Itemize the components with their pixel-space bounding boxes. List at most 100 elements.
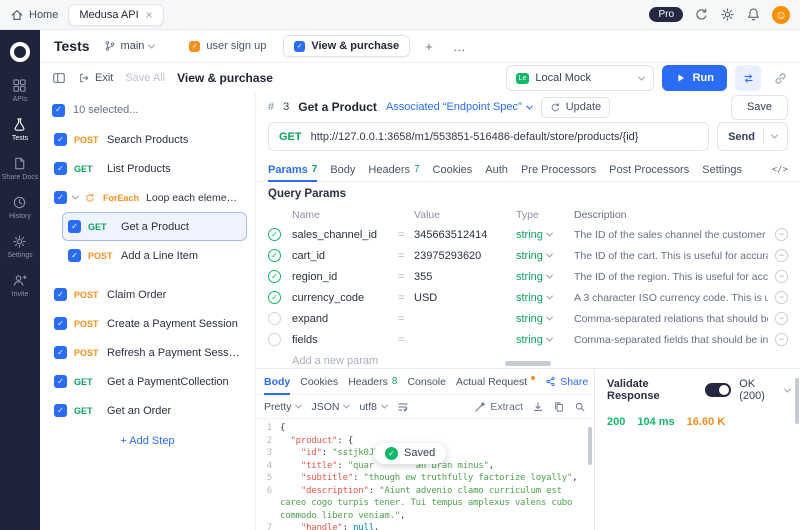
test-step-get-a-paymentcollection[interactable]: ✓GETGet a PaymentCollection [48, 367, 247, 396]
scenario-tab-user-sign-up[interactable]: ✓user sign up [178, 35, 277, 57]
rail-item-settings[interactable]: Settings [2, 234, 39, 259]
step-checkbox[interactable]: ✓ [54, 375, 67, 388]
request-tab-auth[interactable]: Auth [485, 158, 508, 181]
param-enabled-icon[interactable]: ✓ [268, 333, 281, 346]
add-tab-button[interactable]: + [420, 39, 438, 54]
step-checkbox[interactable]: ✓ [68, 220, 81, 233]
branch-selector[interactable]: main [104, 40, 155, 52]
step-checkbox[interactable]: ✓ [54, 191, 67, 204]
window-scrollbar[interactable] [795, 378, 799, 424]
param-description[interactable]: Comma-separated relations that should be… [574, 313, 768, 325]
request-tab-pre-processors[interactable]: Pre Processors [521, 158, 596, 181]
param-name[interactable]: sales_channel_id [292, 229, 398, 241]
request-tab-params[interactable]: Params7 [268, 158, 317, 181]
request-tab-cookies[interactable]: Cookies [433, 158, 473, 181]
close-icon[interactable]: × [146, 9, 153, 21]
param-name[interactable]: currency_code [292, 292, 398, 304]
param-description[interactable]: Comma-separated fields that should be in… [574, 334, 768, 346]
param-value[interactable]: 23975293620 [414, 250, 516, 262]
param-description[interactable]: The ID of the cart. This is useful for a… [574, 250, 768, 262]
update-button[interactable]: Update [541, 97, 610, 118]
step-checkbox[interactable]: ✓ [54, 288, 67, 301]
param-value[interactable]: 355 [414, 271, 516, 283]
save-all-button[interactable]: Save All [125, 72, 165, 84]
copy-icon[interactable] [553, 401, 565, 413]
request-tab-headers[interactable]: Headers7 [368, 158, 419, 181]
param-name[interactable]: fields [292, 334, 398, 346]
response-body-editor[interactable]: 1{2 "product": {3 "id": "sstjk0JV l",4 "… [256, 419, 594, 530]
chevron-down-icon[interactable] [771, 132, 778, 139]
sync-icon[interactable] [694, 7, 709, 22]
document-tab[interactable]: Medusa API × [68, 4, 163, 26]
param-enabled-icon[interactable]: ✓ [268, 249, 281, 262]
rail-item-invite[interactable]: Invite [2, 273, 39, 298]
param-type-select[interactable]: string [516, 334, 574, 346]
validate-status[interactable]: OK (200) [739, 378, 790, 402]
horizontal-scrollbar[interactable] [505, 361, 551, 366]
param-type-select[interactable]: string [516, 229, 574, 241]
param-description[interactable]: The ID of the region. This is useful for… [574, 271, 768, 283]
home-button[interactable]: Home [10, 8, 58, 22]
rail-item-tests[interactable]: Tests [2, 117, 39, 142]
test-step-create-a-payment-session[interactable]: ✓POSTCreate a Payment Session [48, 309, 247, 338]
param-enabled-icon[interactable]: ✓ [268, 312, 281, 325]
step-checkbox[interactable]: ✓ [54, 317, 67, 330]
add-step-button[interactable]: + Add Step [48, 435, 247, 447]
remove-param-icon[interactable]: − [775, 270, 788, 283]
param-type-select[interactable]: string [516, 292, 574, 304]
exit-button[interactable]: Exit [78, 72, 113, 84]
test-step-refresh-a-payment-session[interactable]: ✓POSTRefresh a Payment Session [48, 338, 247, 367]
step-checkbox[interactable]: ✓ [68, 249, 81, 262]
param-description[interactable]: A 3 character ISO currency code. This is… [574, 292, 768, 304]
response-tab-cookies[interactable]: Cookies [300, 369, 338, 394]
test-step-add-a-line-item[interactable]: ✓POSTAdd a Line Item [62, 241, 247, 270]
param-enabled-icon[interactable]: ✓ [268, 291, 281, 304]
collapse-sidebar-icon[interactable] [52, 71, 66, 85]
share-button[interactable]: Share [545, 376, 588, 388]
gear-icon[interactable] [720, 7, 735, 22]
scenario-tab-view-purchase[interactable]: ✓View & purchase [283, 35, 410, 57]
step-checkbox[interactable]: ✓ [54, 346, 67, 359]
param-name[interactable]: region_id [292, 271, 398, 283]
param-enabled-icon[interactable]: ✓ [268, 270, 281, 283]
rail-item-apis[interactable]: APIs [2, 78, 39, 103]
avatar[interactable]: ☺ [772, 6, 790, 24]
search-icon[interactable] [574, 401, 586, 413]
param-name[interactable]: cart_id [292, 250, 398, 262]
associated-endpoint-link[interactable]: Associated “Endpoint Spec” [386, 101, 532, 113]
remove-param-icon[interactable]: − [775, 333, 788, 346]
environment-select[interactable]: Le Local Mock [506, 65, 654, 91]
bell-icon[interactable] [746, 7, 761, 22]
param-value[interactable]: 345663512414 [414, 229, 516, 241]
word-wrap-icon[interactable] [397, 401, 409, 413]
url-text[interactable]: http://127.0.0.1:3658/m1/553851-516486-d… [311, 131, 698, 143]
test-step-search-products[interactable]: ✓POSTSearch Products [48, 125, 247, 154]
request-tab-post-processors[interactable]: Post Processors [609, 158, 689, 181]
step-foreach[interactable]: ✓ForEachLoop each element in {{ [48, 183, 247, 212]
param-description[interactable]: The ID of the sales channel the customer… [574, 229, 768, 241]
param-type-select[interactable]: string [516, 271, 574, 283]
test-step-get-an-order[interactable]: ✓GETGet an Order [48, 396, 247, 425]
run-button[interactable]: Run [662, 65, 727, 91]
param-type-select[interactable]: string [516, 313, 574, 325]
validate-toggle[interactable] [705, 383, 731, 397]
remove-param-icon[interactable]: − [775, 228, 788, 241]
request-tab-settings[interactable]: Settings [702, 158, 742, 181]
remove-param-icon[interactable]: − [775, 249, 788, 262]
format-select-json[interactable]: JSON [311, 401, 349, 413]
send-button[interactable]: Send [717, 122, 788, 151]
link-icon[interactable] [773, 71, 788, 86]
remove-param-icon[interactable]: − [775, 291, 788, 304]
url-input[interactable]: GET http://127.0.0.1:3658/m1/553851-5164… [268, 122, 709, 151]
remove-param-icon[interactable]: − [775, 312, 788, 325]
param-name[interactable]: expand [292, 313, 398, 325]
format-select-utf8[interactable]: utf8 [359, 401, 387, 413]
param-type-select[interactable]: string [516, 250, 574, 262]
response-tab-actual-request[interactable]: Actual Request [456, 369, 535, 394]
step-checkbox[interactable]: ✓ [54, 404, 67, 417]
rail-item-share-docs[interactable]: Share Docs [2, 156, 39, 181]
app-logo[interactable] [10, 42, 30, 62]
download-icon[interactable] [532, 401, 544, 413]
request-tab-body[interactable]: Body [330, 158, 355, 181]
format-select-pretty[interactable]: Pretty [264, 401, 301, 413]
